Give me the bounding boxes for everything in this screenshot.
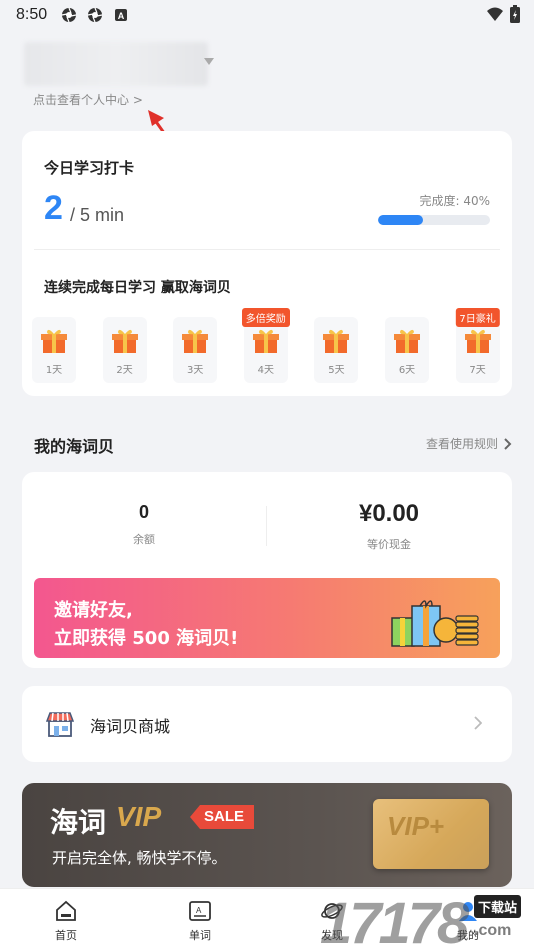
status-bar: 8:50 A [0, 0, 534, 30]
shop-icon [46, 712, 74, 737]
status-right [486, 5, 520, 23]
vip-card-text: VIP+ [387, 811, 445, 841]
profile-center-link[interactable]: 点击查看个人中心 > [33, 91, 143, 108]
battery-icon [510, 5, 520, 23]
nav-home-label: 首页 [55, 929, 77, 942]
watermark-label: 下载站 [474, 895, 522, 918]
word-card-icon: A [189, 901, 211, 921]
nav-words-label: 单词 [189, 929, 211, 942]
nav-words[interactable]: A 单词 [170, 899, 230, 943]
checkin-title: 今日学习打卡 [44, 159, 135, 177]
wifi-icon [487, 7, 503, 21]
streak-days: 1天 2天 3天 4天 多倍奖励 5天 6天 7天 7日豪礼 [32, 308, 502, 385]
status-time: 8:50 [16, 6, 48, 23]
vip-brand-title: 海词 [50, 806, 107, 839]
completion-label: 完成度: 40% [419, 194, 490, 208]
gift-icon [182, 329, 209, 353]
balance-value: 0 [138, 502, 149, 522]
wallet-section-title: 我的海词贝 [34, 437, 115, 456]
daily-checkin-card: 今日学习打卡 2 / 5 min 完成度: 40% 连续完成每日学习 赢取海词贝… [22, 131, 512, 396]
streak-day-label: 5天 [328, 365, 345, 376]
a-badge-icon: A [115, 9, 128, 21]
streak-day-badge: 多倍奖励 [241, 308, 290, 327]
cash-label: 等价现金 [367, 538, 411, 551]
nav-home[interactable]: 首页 [36, 899, 96, 943]
cash-block: ¥0.00 等价现金 [266, 500, 512, 552]
streak-day-label: 6天 [398, 365, 416, 376]
watermark-domain: .com [474, 922, 512, 939]
home-icon [56, 900, 76, 921]
vip-promo-card[interactable]: 海词 VIP SALE 开启完全体, 畅快学不停。 VIP+ [22, 783, 512, 887]
svg-text:A: A [196, 906, 202, 915]
gift-icon [111, 329, 138, 353]
wallet-card: 0 余额 ¥0.00 等价现金 邀请好友, 立即获得 500 海词贝! [22, 472, 512, 668]
profile-dropdown-icon[interactable] [204, 58, 214, 65]
streak-day-label: 1天 [45, 365, 63, 376]
gifts-coins-icon [391, 600, 479, 647]
streak-day-2[interactable]: 2天 [102, 317, 147, 383]
vip-subtitle: 开启完全体, 畅快学不停。 [52, 849, 227, 867]
mall-label: 海词贝商城 [90, 717, 171, 736]
streak-day-5[interactable]: 5天 [314, 317, 359, 383]
streak-day-4[interactable]: 4天 多倍奖励 [241, 308, 290, 383]
svg-text:A: A [118, 11, 125, 21]
streak-day-label: 3天 [187, 365, 204, 376]
minutes-total: / 5 min [70, 205, 125, 225]
cash-value: ¥0.00 [358, 500, 420, 527]
streak-day-label: 7天 [469, 365, 486, 376]
profile-name-blurred[interactable] [24, 42, 208, 86]
invite-line2: 立即获得 500 海词贝! [54, 628, 239, 649]
completion-progress-fill [378, 215, 423, 225]
chevron-right-icon [504, 437, 512, 450]
aperture-icon [88, 7, 103, 23]
balance-label: 余额 [133, 533, 155, 546]
streak-day-7[interactable]: 7天 7日豪礼 [455, 308, 500, 383]
gift-icon [323, 329, 350, 353]
balance-block: 0 余额 [22, 502, 266, 547]
aperture-icon [62, 7, 77, 23]
chevron-right-icon [474, 716, 482, 730]
gift-icon [394, 329, 420, 353]
vip-card-art: VIP+ [373, 799, 489, 869]
invite-line1: 邀请好友, [54, 600, 133, 621]
streak-day-badge: 7日豪礼 [455, 308, 500, 327]
invite-banner[interactable]: 邀请好友, 立即获得 500 海词贝! [34, 578, 500, 658]
gift-icon [41, 329, 67, 353]
divider [34, 249, 500, 250]
streak-title: 连续完成每日学习 赢取海词贝 [44, 280, 231, 296]
mall-entry[interactable]: 海词贝商城 [22, 686, 512, 762]
streak-day-3[interactable]: 3天 [173, 317, 218, 383]
gift-icon [252, 329, 279, 353]
vip-word: VIP [116, 801, 162, 832]
streak-day-label: 4天 [257, 365, 274, 376]
streak-day-1[interactable]: 1天 [32, 317, 76, 383]
sale-badge: SALE [190, 805, 255, 829]
streak-day-6[interactable]: 6天 [385, 317, 429, 383]
completion-progress-bar [378, 215, 490, 225]
gift-icon [464, 329, 491, 353]
usage-rules-label: 查看使用规则 [425, 437, 498, 451]
streak-day-label: 2天 [116, 365, 133, 376]
minutes-done: 2 [44, 189, 63, 227]
usage-rules-link[interactable]: 查看使用规则 [426, 435, 512, 452]
watermark-logo: 17178 [320, 891, 469, 950]
